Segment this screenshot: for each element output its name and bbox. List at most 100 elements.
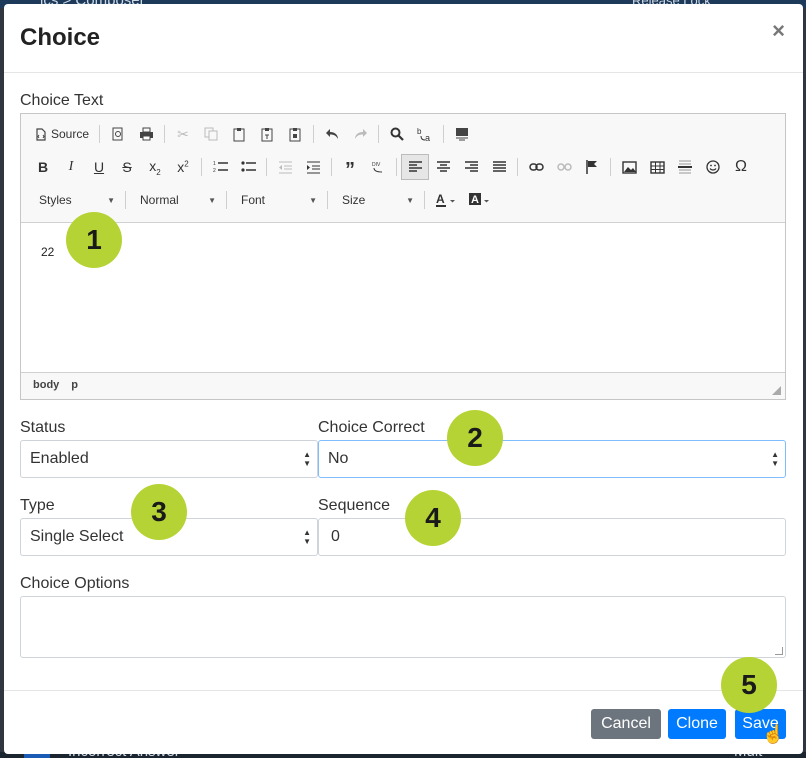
font-combo[interactable]: Font ▼ — [231, 188, 323, 212]
clone-button[interactable]: Clone — [668, 709, 726, 739]
underline-icon[interactable]: U — [85, 154, 113, 180]
find-icon[interactable] — [383, 121, 411, 147]
cancel-button[interactable]: Cancel — [591, 709, 661, 739]
toolbar-separator — [99, 125, 101, 143]
toolbar-separator — [424, 191, 425, 209]
status-select[interactable]: Enabled ▲ ▼ — [20, 440, 318, 478]
toolbar-separator — [226, 191, 227, 209]
numbered-list-icon[interactable]: 12 — [206, 154, 234, 180]
chevron-down-icon: ▼ — [309, 195, 317, 205]
toolbar-separator — [610, 158, 611, 176]
choice-correct-select[interactable]: No ▲ ▼ — [318, 440, 786, 478]
toolbar-separator — [313, 125, 315, 143]
editor-content-text[interactable]: 22 — [41, 245, 54, 259]
select-arrows-icon: ▲ ▼ — [303, 528, 311, 546]
align-center-icon[interactable] — [429, 154, 457, 180]
resize-handle[interactable] — [772, 386, 781, 395]
paste-text-icon[interactable] — [253, 121, 281, 147]
annotation-marker-2: 2 — [447, 410, 503, 466]
background-color-icon[interactable]: A — [463, 187, 497, 213]
path-body[interactable]: body — [33, 379, 59, 391]
annotation-marker-1: 1 — [66, 212, 122, 268]
path-p[interactable]: p — [71, 379, 78, 391]
table-icon[interactable] — [643, 154, 671, 180]
toolbar-separator — [331, 158, 332, 176]
format-combo[interactable]: Normal ▼ — [130, 188, 222, 212]
toolbar-separator — [443, 125, 445, 143]
anchor-flag-icon[interactable] — [578, 154, 606, 180]
close-button[interactable]: × — [772, 20, 785, 42]
choice-options-textarea[interactable] — [20, 596, 786, 658]
italic-icon[interactable]: I — [57, 154, 85, 180]
increase-indent-icon[interactable] — [299, 154, 327, 180]
svg-text:DIV: DIV — [372, 162, 381, 168]
text-color-icon[interactable]: A — [429, 187, 463, 213]
choice-correct-label: Choice Correct — [318, 419, 425, 436]
toolbar-separator — [378, 125, 380, 143]
link-icon[interactable] — [522, 154, 550, 180]
styles-combo[interactable]: Styles ▼ — [29, 188, 121, 212]
font-combo-label: Font — [241, 193, 266, 207]
bulleted-list-icon[interactable] — [234, 154, 262, 180]
type-value: Single Select — [30, 528, 124, 545]
sequence-input[interactable]: 0 — [318, 518, 786, 556]
status-label: Status — [20, 419, 66, 436]
editor-content-area[interactable]: 22 — [21, 222, 785, 373]
modal-footer: Cancel Clone Save — [4, 690, 803, 754]
svg-text:1: 1 — [213, 161, 216, 167]
print-icon[interactable] — [132, 121, 160, 147]
subscript-icon[interactable]: x2 — [141, 154, 169, 180]
copy-icon[interactable] — [197, 121, 225, 147]
bold-icon[interactable]: B — [29, 154, 57, 180]
paste-word-icon[interactable] — [281, 121, 309, 147]
toolbar-row-3: Styles ▼ Normal ▼ Font ▼ Size ▼ A A — [29, 186, 497, 214]
special-character-icon[interactable]: Ω — [727, 154, 755, 180]
smiley-icon[interactable] — [699, 154, 727, 180]
strikethrough-icon[interactable]: S — [113, 154, 141, 180]
source-icon — [36, 127, 46, 141]
source-button[interactable]: Source — [29, 121, 95, 147]
choice-options-label: Choice Options — [20, 575, 130, 592]
superscript-icon[interactable]: x2 — [169, 154, 197, 180]
textarea-resize-handle[interactable] — [775, 647, 783, 655]
cut-icon[interactable]: ✂ — [169, 121, 197, 147]
chevron-down-icon: ▼ — [406, 195, 414, 205]
image-icon[interactable] — [615, 154, 643, 180]
size-combo-label: Size — [342, 193, 366, 207]
toolbar-row-1: Source ✂ ba — [29, 120, 476, 148]
decrease-indent-icon[interactable] — [271, 154, 299, 180]
unlink-icon[interactable] — [550, 154, 578, 180]
choice-modal: Choice × Choice Text Source ✂ ba B I U S… — [4, 4, 803, 754]
sequence-label: Sequence — [318, 497, 391, 514]
chevron-down-icon: ▼ — [107, 195, 115, 205]
toolbar-row-2: B I U S x2 x2 12 ” DIV Ω — [29, 153, 755, 181]
select-arrows-icon: ▲ ▼ — [303, 450, 311, 468]
element-path-bar: body p — [33, 379, 78, 391]
chevron-down-icon: ▼ — [208, 195, 216, 205]
redo-icon[interactable] — [346, 121, 374, 147]
annotation-marker-5: 5 — [721, 657, 777, 713]
svg-text:b: b — [417, 127, 422, 136]
toolbar-separator — [517, 158, 518, 176]
annotation-marker-3: 3 — [131, 484, 187, 540]
horizontal-line-icon[interactable] — [671, 154, 699, 180]
select-all-icon[interactable] — [448, 121, 476, 147]
modal-title: Choice — [20, 24, 101, 51]
svg-text:A: A — [471, 194, 479, 206]
svg-text:2: 2 — [213, 168, 216, 174]
size-combo[interactable]: Size ▼ — [332, 188, 420, 212]
preview-icon[interactable] — [104, 121, 132, 147]
toolbar-separator — [201, 158, 202, 176]
rich-text-editor: Source ✂ ba B I U S x2 x2 1 2 ” DIV Ω St… — [20, 113, 786, 400]
type-label: Type — [20, 497, 55, 514]
svg-text:a: a — [425, 133, 430, 142]
blockquote-icon[interactable]: ” — [336, 154, 364, 181]
undo-icon[interactable] — [318, 121, 346, 147]
align-right-icon[interactable] — [457, 154, 485, 180]
align-left-icon[interactable] — [401, 154, 429, 180]
replace-icon[interactable]: ba — [411, 121, 439, 147]
justify-icon[interactable] — [485, 154, 513, 180]
paste-icon[interactable] — [225, 121, 253, 147]
modal-header: Choice × — [4, 4, 803, 73]
div-container-icon[interactable]: DIV — [364, 154, 392, 180]
